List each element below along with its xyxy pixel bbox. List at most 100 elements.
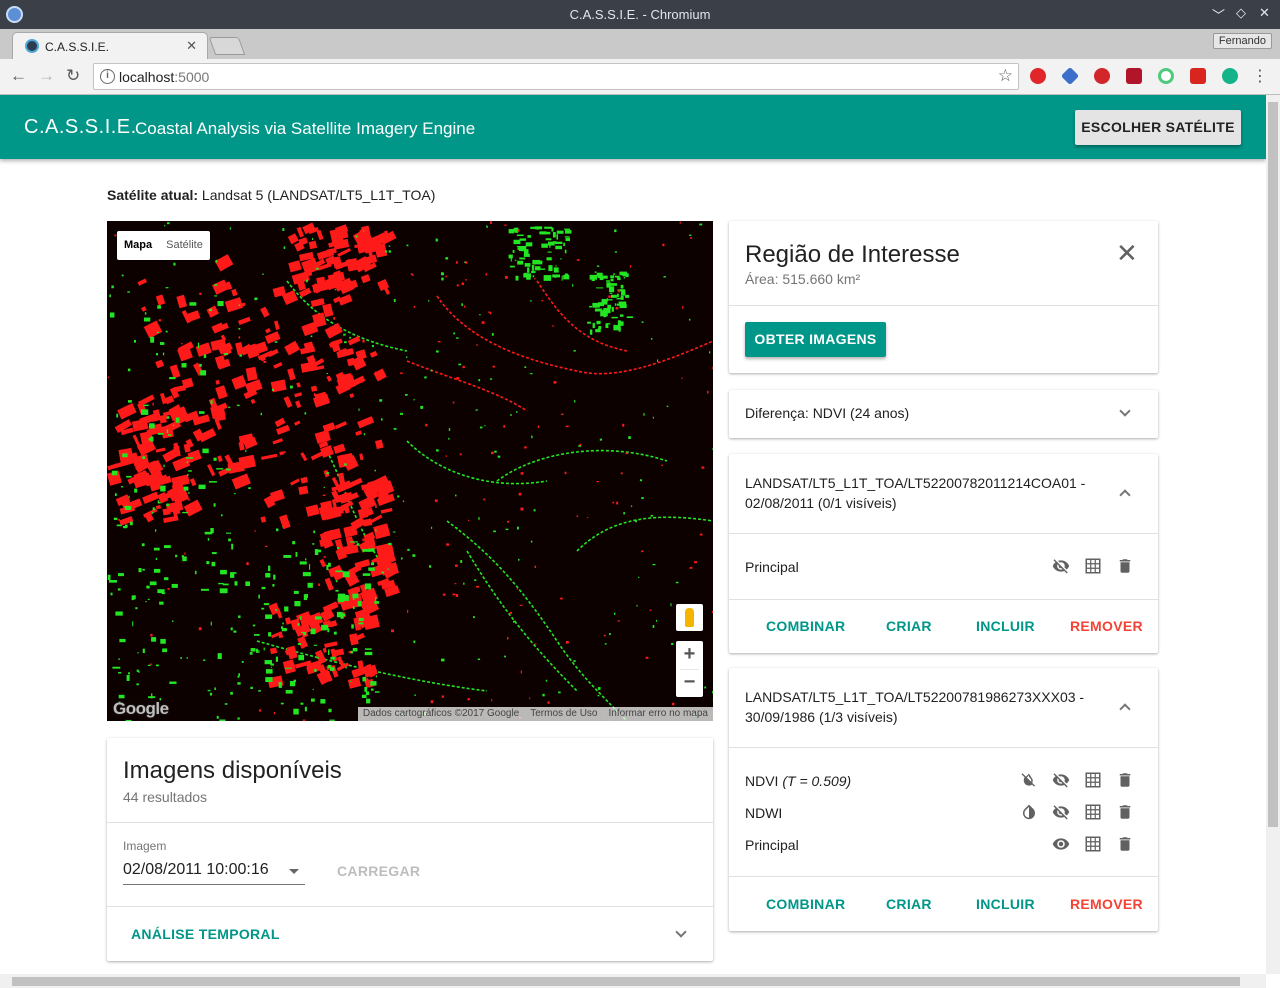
create-button[interactable]: CRIAR (886, 896, 932, 912)
available-images-title: Imagens disponíveis (123, 757, 342, 784)
map-type-map[interactable]: Mapa (117, 231, 159, 260)
reload-icon[interactable]: ↻ (66, 66, 80, 86)
combine-button[interactable]: COMBINAR (766, 896, 845, 912)
horizontal-scroll-thumb[interactable] (12, 977, 1240, 986)
grid-icon[interactable] (1084, 557, 1102, 575)
app-bar: C.A.S.S.I.E. Coastal Analysis via Satell… (0, 95, 1266, 159)
map-data-credit: Dados cartográficos ©2017 Google (362, 708, 520, 719)
available-images-count: 44 resultados (123, 789, 208, 805)
browser-toolbar: ← → ↻ i localhost:5000 ☆ ⋮ (0, 59, 1280, 95)
new-tab-button[interactable] (208, 37, 246, 55)
minimize-icon[interactable]: ﹀ (1212, 5, 1225, 24)
choose-satellite-button[interactable]: ESCOLHER SATÉLITE (1075, 110, 1241, 145)
circle-extension-icon[interactable] (1158, 68, 1174, 84)
load-image-button[interactable]: CARREGAR (337, 863, 420, 879)
grid-icon[interactable] (1084, 803, 1102, 821)
info-icon[interactable]: i (100, 69, 115, 84)
delete-icon[interactable] (1116, 771, 1134, 789)
available-images-card: Imagens disponíveis 44 resultados Imagem… (107, 738, 713, 961)
image-card-title: LANDSAT/LT5_L1T_TOA/LT52200782011214COA0… (745, 475, 1086, 511)
visibility-icon[interactable] (1052, 835, 1070, 853)
report-map-error-link[interactable]: Informar erro no mapa (602, 707, 714, 721)
remove-button[interactable]: REMOVER (1070, 618, 1143, 634)
m-extension-icon[interactable] (1126, 68, 1142, 84)
grid-icon[interactable] (1084, 835, 1102, 853)
grid-icon[interactable] (1084, 771, 1102, 789)
get-images-button[interactable]: OBTER IMAGENS (745, 322, 886, 357)
image-card: LANDSAT/LT5_L1T_TOA/LT52200781986273XXX0… (729, 668, 1158, 931)
back-arrow-icon[interactable]: ← (10, 66, 27, 86)
invert-colors-off-icon[interactable] (1020, 771, 1038, 789)
remove-button[interactable]: REMOVER (1070, 896, 1143, 912)
image-card: LANDSAT/LT5_L1T_TOA/LT52200782011214COA0… (729, 454, 1158, 653)
horizontal-scrollbar[interactable] (0, 974, 1266, 988)
layer-name: Principal (745, 837, 799, 853)
chevron-down-icon[interactable] (675, 926, 687, 938)
difference-label: Diferença: NDVI (24 anos) (745, 405, 910, 421)
react-favicon-icon (25, 39, 39, 53)
region-of-interest-card: Região de Interesse Área: 515.660 km² ✕ … (729, 221, 1158, 373)
region-title: Região de Interesse (745, 241, 960, 268)
forward-arrow-icon[interactable]: → (38, 66, 55, 86)
visibility-off-icon[interactable] (1052, 557, 1070, 575)
m-circle-extension-icon[interactable] (1222, 68, 1238, 84)
browser-menu-icon[interactable]: ⋮ (1252, 66, 1268, 86)
visibility-off-icon[interactable] (1052, 771, 1070, 789)
page-viewport: C.A.S.S.I.E. Coastal Analysis via Satell… (0, 95, 1266, 974)
delete-icon[interactable] (1116, 557, 1134, 575)
combine-button[interactable]: COMBINAR (766, 618, 845, 634)
visibility-off-icon[interactable] (1052, 803, 1070, 821)
difference-card[interactable]: Diferença: NDVI (24 anos) (729, 390, 1158, 438)
map-type-control: Mapa Satélite (117, 231, 210, 260)
puzzle-extension-icon[interactable] (1190, 68, 1206, 84)
image-select[interactable]: 02/08/2011 10:00:16 (123, 855, 305, 885)
address-bar[interactable]: i localhost:5000 ☆ (93, 63, 1019, 90)
zoom-out-button[interactable]: − (676, 669, 703, 696)
layer-name: Principal (745, 559, 799, 575)
chevron-up-icon[interactable] (1119, 703, 1131, 715)
vertical-scrollbar[interactable] (1266, 95, 1280, 974)
image-card-title: LANDSAT/LT5_L1T_TOA/LT52200781986273XXX0… (745, 689, 1085, 725)
create-button[interactable]: CRIAR (886, 618, 932, 634)
js-extension-icon[interactable] (1094, 68, 1110, 84)
map-canvas[interactable]: Mapa Satélite + − Google Dados cartográf… (107, 221, 713, 721)
google-logo: Google (113, 699, 169, 718)
profile-button[interactable]: Fernando (1212, 33, 1272, 49)
app-brand: C.A.S.S.I.E. (24, 116, 137, 138)
maximize-icon[interactable]: ◇ (1236, 5, 1246, 21)
vertical-scroll-thumb[interactable] (1268, 102, 1278, 827)
street-view-pegman-icon[interactable] (676, 604, 703, 631)
delete-icon[interactable] (1116, 803, 1134, 821)
layer-name: NDWI (745, 805, 783, 821)
window-title: C.A.S.S.I.E. - Chromium (569, 7, 711, 22)
current-satellite-value: Landsat 5 (LANDSAT/LT5_L1T_TOA) (201, 187, 436, 203)
map-attribution: Dados cartográficos ©2017 Google Termos … (357, 707, 714, 721)
current-satellite-label: Satélite atual: (107, 187, 199, 203)
tab-strip: C.A.S.S.I.E. ✕ Fernando (0, 29, 1280, 60)
chevron-down-icon[interactable] (1119, 405, 1131, 417)
include-button[interactable]: INCLUIR (976, 618, 1035, 634)
url-text: localhost:5000 (119, 69, 210, 85)
window-titlebar: C.A.S.S.I.E. - Chromium ﹀ ◇ ✕ (0, 0, 1280, 29)
tab-cassie[interactable]: C.A.S.S.I.E. ✕ (12, 32, 208, 60)
opera-extension-icon[interactable] (1030, 68, 1046, 84)
graduation-extension-icon[interactable] (1060, 66, 1080, 86)
zoom-in-button[interactable]: + (676, 641, 703, 668)
invert-colors-icon[interactable] (1020, 803, 1038, 821)
close-tab-icon[interactable]: ✕ (186, 38, 197, 54)
chevron-up-icon[interactable] (1119, 489, 1131, 501)
map-type-satellite[interactable]: Satélite (159, 231, 210, 260)
include-button[interactable]: INCLUIR (976, 896, 1035, 912)
close-icon[interactable]: ✕ (1116, 240, 1138, 266)
layer-name: NDVI (T = 0.509) (745, 773, 852, 789)
region-area: Área: 515.660 km² (745, 271, 861, 287)
bookmark-star-icon[interactable]: ☆ (998, 66, 1013, 86)
close-window-icon[interactable]: ✕ (1259, 5, 1270, 21)
tab-title: C.A.S.S.I.E. (45, 40, 110, 54)
app-subtitle: Coastal Analysis via Satellite Imagery E… (135, 119, 476, 138)
temporal-analysis-toggle[interactable]: ANÁLISE TEMPORAL (131, 926, 280, 942)
current-satellite: Satélite atual: Landsat 5 (LANDSAT/LT5_L… (107, 187, 435, 203)
terms-of-use-link[interactable]: Termos de Uso (524, 707, 602, 721)
dropdown-caret-icon (289, 869, 299, 874)
delete-icon[interactable] (1116, 835, 1134, 853)
